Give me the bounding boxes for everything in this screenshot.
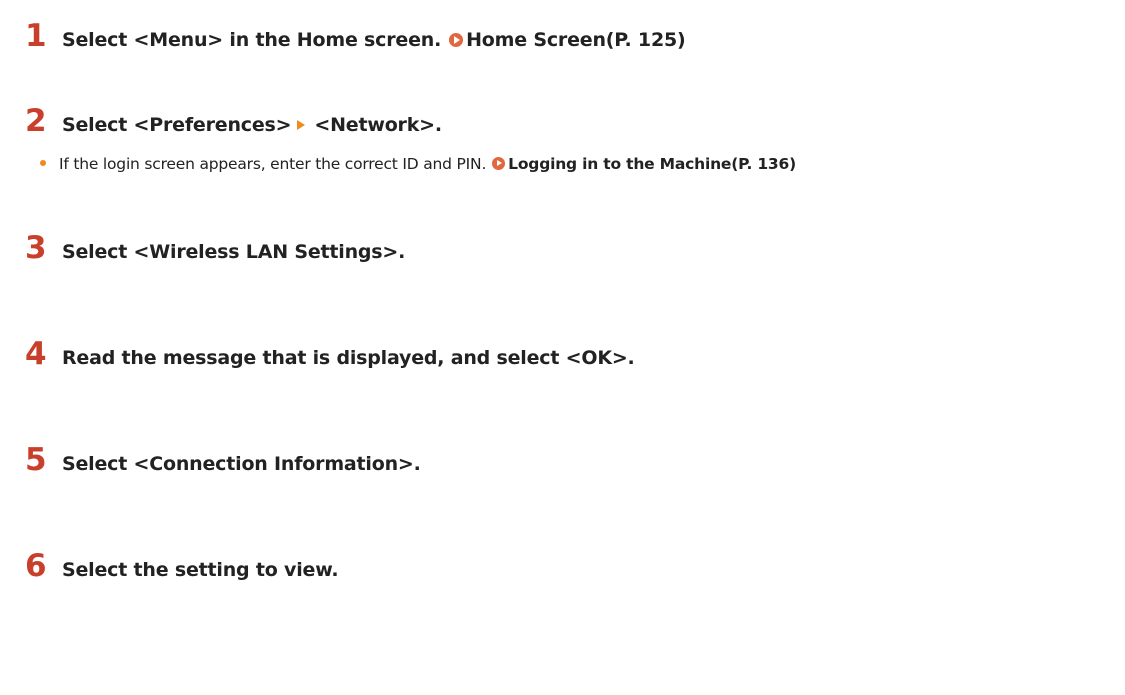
step-2: 2 Select <Preferences> <Network>. [25,103,442,139]
login-note: If the login screen appears, enter the c… [40,155,796,173]
link-label: Home Screen(P. 125) [466,29,686,51]
step-4: 4 Read the message that is displayed, an… [25,336,635,372]
step-5: 5 Select <Connection Information>. [25,442,421,478]
step-number: 1 [25,18,47,54]
note-text: If the login screen appears, enter the c… [59,155,487,173]
step-number: 6 [25,548,47,584]
step-instruction: Read the message that is displayed, and … [62,347,635,369]
step-number: 3 [25,230,47,266]
link-label: Logging in to the Machine(P. 136) [508,155,796,173]
logging-in-link[interactable]: Logging in to the Machine(P. 136) [492,155,796,173]
step-instruction-part-1: Select <Preferences> [62,114,292,136]
step-number: 5 [25,442,47,478]
step-instruction: Select <Menu> in the Home screen. [62,29,442,51]
step-number: 2 [25,103,47,139]
home-screen-link[interactable]: Home Screen(P. 125) [449,29,686,51]
step-instruction-part-2: <Network>. [314,114,442,136]
step-3: 3 Select <Wireless LAN Settings>. [25,230,405,266]
step-instruction: Select <Wireless LAN Settings>. [62,241,406,263]
menu-arrow-icon [297,120,306,130]
link-arrow-icon [492,157,506,170]
step-instruction: Select <Connection Information>. [62,453,421,475]
link-arrow-icon [449,33,464,47]
step-1: 1 Select <Menu> in the Home screen. Home… [25,18,686,54]
bullet-icon [40,160,46,166]
step-instruction: Select the setting to view. [62,559,339,581]
step-6: 6 Select the setting to view. [25,548,339,584]
step-number: 4 [25,336,47,372]
